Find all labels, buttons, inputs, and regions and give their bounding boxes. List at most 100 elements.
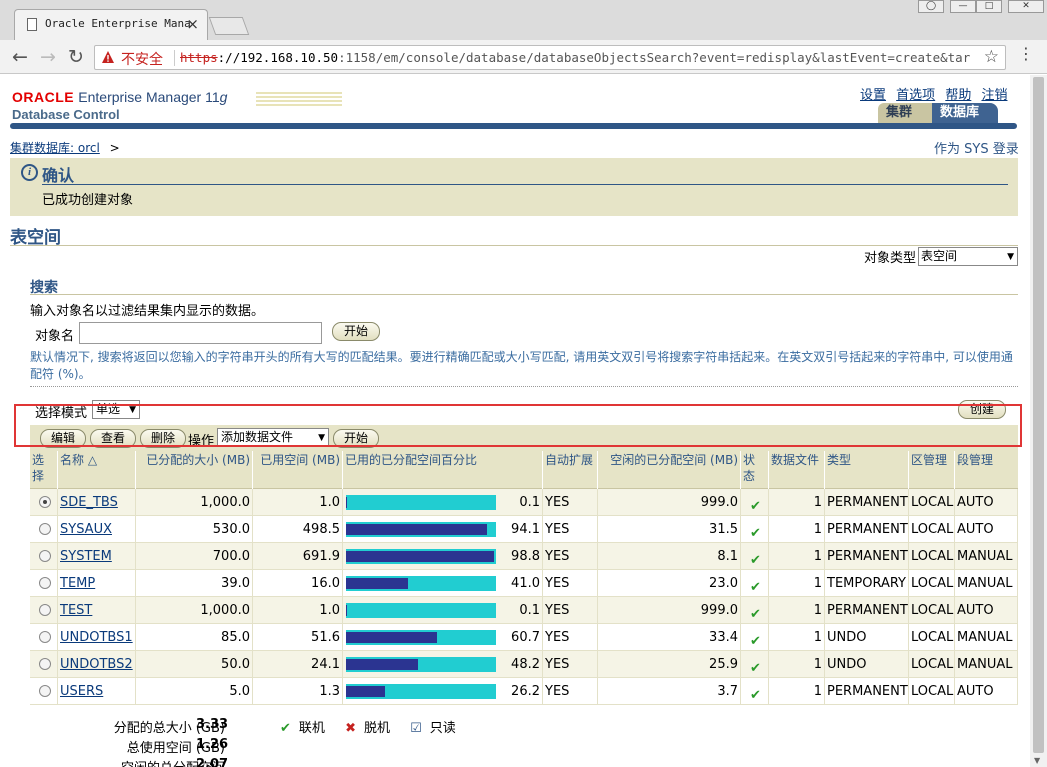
new-tab-button[interactable] <box>208 17 250 35</box>
col-allocated[interactable]: 已分配的大小 (MB) <box>136 451 253 489</box>
object-type-select[interactable]: 表空间 ▼ <box>918 247 1018 266</box>
close-tab-icon[interactable]: × <box>186 15 199 33</box>
datafiles-cell: 1 <box>769 651 825 678</box>
logout-link[interactable]: 注销 <box>981 88 1007 103</box>
used-cell: 16.0 <box>253 570 343 597</box>
setup-link[interactable]: 设置 <box>860 88 886 103</box>
col-name[interactable]: 名称 △ <box>58 451 136 489</box>
table-row[interactable]: USERS 5.0 1.3 26.2 YES 3.7 ✔ 1 PERMANENT LOCAL AUT… <box>30 678 1018 705</box>
bookmark-star-icon[interactable]: ☆ <box>984 47 999 67</box>
col-type[interactable]: 类型 <box>825 451 909 489</box>
row-radio[interactable] <box>39 550 51 562</box>
col-used[interactable]: 已用空间 (MB) <box>253 451 343 489</box>
row-radio[interactable] <box>39 577 51 589</box>
segment-cell: AUTO <box>955 516 1018 543</box>
segment-cell: AUTO <box>955 678 1018 705</box>
row-radio[interactable] <box>39 658 51 670</box>
scroll-down-icon[interactable]: ▼ <box>1034 756 1040 765</box>
scrollbar-thumb[interactable] <box>1033 77 1044 753</box>
help-link[interactable]: 帮助 <box>945 88 971 103</box>
breadcrumb-cluster-db[interactable]: 集群数据库: orcl <box>10 141 100 155</box>
usage-bar <box>346 603 496 618</box>
maximize-button[interactable]: □ <box>976 0 1002 13</box>
table-row[interactable]: TEMP 39.0 16.0 41.0 YES 23.0 ✔ 1 TEMPORARY LOCAL M… <box>30 570 1018 597</box>
col-autoextend[interactable]: 自动扩展 <box>543 451 598 489</box>
autoextend-cell: YES <box>543 678 598 705</box>
tablespace-link[interactable]: UNDOTBS1 <box>60 630 133 645</box>
online-check-icon: ✔ <box>750 580 761 595</box>
window-close-button[interactable]: ✕ <box>1008 0 1044 13</box>
table-row[interactable]: SYSTEM 700.0 691.9 98.8 YES 8.1 ✔ 1 PERMANENT LOC… <box>30 543 1018 570</box>
name-cell: SYSTEM <box>58 543 136 570</box>
free-cell: 999.0 <box>598 489 741 516</box>
browser-tab[interactable]: Oracle Enterprise Mana × <box>14 9 208 40</box>
select-cell <box>30 651 58 678</box>
col-status[interactable]: 状态 <box>741 451 769 489</box>
allocated-cell: 85.0 <box>136 624 253 651</box>
col-extent[interactable]: 区管理 <box>909 451 955 489</box>
object-type-value: 表空间 <box>921 249 958 263</box>
table-row[interactable]: TEST 1,000.0 1.0 0.1 YES 999.0 ✔ 1 PERMANENT LOCA… <box>30 597 1018 624</box>
row-radio[interactable] <box>39 604 51 616</box>
object-name-input[interactable] <box>79 322 322 344</box>
cross-icon: ✖ <box>345 721 356 736</box>
page-scrollbar[interactable]: ▼ <box>1030 75 1047 767</box>
table-header-row: 选择 名称 △ 已分配的大小 (MB) 已用空间 (MB) 已用的已分配空间百分… <box>30 451 1018 489</box>
col-select: 选择 <box>30 451 58 489</box>
insecure-label[interactable]: 不安全 <box>121 49 163 69</box>
free-cell: 999.0 <box>598 597 741 624</box>
col-datafiles[interactable]: 数据文件 <box>769 451 825 489</box>
user-icon[interactable]: ◯ <box>918 0 944 13</box>
table-row[interactable]: SYSAUX 530.0 498.5 94.1 YES 31.5 ✔ 1 PERMANENT LO… <box>30 516 1018 543</box>
tab-database[interactable]: 数据库 <box>932 103 998 123</box>
tablespace-link[interactable]: SYSTEM <box>60 549 112 564</box>
tablespace-link[interactable]: TEST <box>60 603 92 618</box>
reload-icon[interactable]: ↻ <box>64 45 88 69</box>
tablespace-link[interactable]: TEMP <box>60 576 95 591</box>
online-check-icon: ✔ <box>750 661 761 676</box>
info-icon: i <box>21 164 38 181</box>
col-segment[interactable]: 段管理 <box>955 451 1018 489</box>
type-cell: TEMPORARY <box>825 570 909 597</box>
tablespace-link[interactable]: USERS <box>60 684 103 699</box>
online-check-icon: ✔ <box>750 607 761 622</box>
tab-cluster[interactable]: 集群 <box>878 103 932 123</box>
row-radio[interactable] <box>39 496 51 508</box>
preferences-link[interactable]: 首选项 <box>896 88 935 103</box>
table-row[interactable]: UNDOTBS2 50.0 24.1 48.2 YES 25.9 ✔ 1 UNDO LOCAL MA… <box>30 651 1018 678</box>
used-pct-cell: 60.7 <box>343 624 543 651</box>
browser-menu-icon[interactable]: ⋮ <box>1018 44 1034 63</box>
tablespace-link[interactable]: SDE_TBS <box>60 495 118 510</box>
row-radio[interactable] <box>39 523 51 535</box>
tablespace-link[interactable]: UNDOTBS2 <box>60 657 133 672</box>
col-used-pct[interactable]: 已用的已分配空间百分比 <box>343 451 543 489</box>
back-icon[interactable]: ← <box>8 45 32 69</box>
table-row[interactable]: UNDOTBS1 85.0 51.6 60.7 YES 33.4 ✔ 1 UNDO LOCAL MA… <box>30 624 1018 651</box>
readonly-icon: ☑ <box>410 721 422 736</box>
used-pct-cell: 41.0 <box>343 570 543 597</box>
online-check-icon: ✔ <box>750 688 761 703</box>
name-cell: UNDOTBS1 <box>58 624 136 651</box>
page-title-divider <box>10 245 1018 246</box>
select-cell <box>30 570 58 597</box>
extent-cell: LOCAL <box>909 516 955 543</box>
autoextend-cell: YES <box>543 624 598 651</box>
col-free[interactable]: 空闲的已分配空间 (MB) <box>598 451 741 489</box>
summary-total-value: 3.33 <box>196 717 229 732</box>
forward-icon[interactable]: → <box>36 45 60 69</box>
search-go-button[interactable]: 开始 <box>332 322 380 341</box>
minimize-button[interactable]: — <box>950 0 976 13</box>
table-row[interactable]: SDE_TBS 1,000.0 1.0 0.1 YES 999.0 ✔ 1 PERMANENT L… <box>30 489 1018 516</box>
row-radio[interactable] <box>39 631 51 643</box>
used-cell: 691.9 <box>253 543 343 570</box>
status-cell: ✔ <box>741 516 769 543</box>
legend-offline: ✖ 脱机 <box>345 721 390 736</box>
row-radio[interactable] <box>39 685 51 697</box>
autoextend-cell: YES <box>543 570 598 597</box>
allocated-cell: 1,000.0 <box>136 489 253 516</box>
tablespace-link[interactable]: SYSAUX <box>60 522 112 537</box>
used-cell: 24.1 <box>253 651 343 678</box>
used-pct-cell: 0.1 <box>343 597 543 624</box>
url-text[interactable]: https://192.168.10.50:1158/em/console/da… <box>180 50 970 65</box>
address-bar[interactable]: 不安全 https://192.168.10.50:1158/em/consol… <box>94 45 1006 70</box>
